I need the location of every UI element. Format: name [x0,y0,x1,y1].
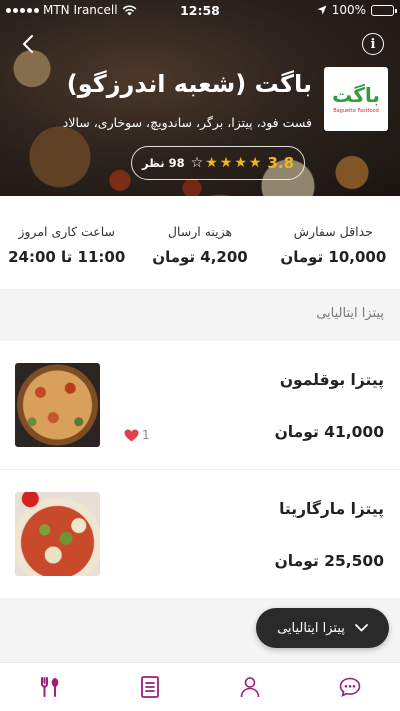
delivery-fee: هزینه ارسال 4,200 تومان [133,196,266,288]
nav-orders[interactable] [100,663,200,711]
clock: 12:58 [180,2,220,18]
product-item[interactable]: پیتزا بوقلمون 41,000 تومان 1 [0,341,400,469]
menu-list-icon [141,676,159,698]
restaurant-name: باگت (شعبه اندرزگو) [66,70,312,98]
profile-icon [240,677,260,698]
logo-mark: باگت [332,82,380,107]
like-count: 1 [142,428,150,442]
info-icon: i [370,36,376,52]
star-empty-icon: ☆ [190,155,204,171]
heart-icon [124,429,139,441]
signal-icon [6,7,39,13]
product-item[interactable]: پیتزا مارگاریتا 25,500 تومان [0,470,400,598]
system-icons: 100% [254,3,397,17]
carrier-group: MTN Irancell [6,3,146,17]
chat-icon [339,677,361,697]
product-price: 25,500 تومان [274,552,384,570]
min-order: حداقل سفارش 10,000 تومان [267,196,400,288]
info-label: حداقل سفارش [293,224,373,239]
rating-value: 3.8 [267,154,295,172]
star-rating: ☆ ★ ★ ★ ★ [191,155,262,171]
like-button[interactable]: 1 [124,428,150,442]
menu-section-header: پیتزا ایتالیایی [0,289,400,341]
category-selector[interactable]: پیتزا ایتالیایی [256,608,389,648]
star-filled-icon: ★ [205,155,218,171]
info-value: 4,200 تومان [152,248,248,266]
carrier-name: MTN Irancell [43,3,118,17]
star-filled-icon: ★ [219,155,233,171]
logo-subtext: Baguette Fastfood [333,107,379,114]
working-hours: ساعت کاری امروز 11:00 تا 24:00 [0,196,133,288]
review-count: 98 نظر [141,156,185,170]
nav-restaurants[interactable] [0,663,100,711]
info-button[interactable]: i [362,33,384,55]
restaurant-info: حداقل سفارش 10,000 تومان هزینه ارسال 4,2… [0,196,400,288]
rating-badge[interactable]: 98 نظر ☆ ★ ★ ★ ★ 3.8 [131,146,305,180]
bottom-navigation [0,662,400,711]
battery-icon [371,4,397,16]
info-label: ساعت کاری امروز [18,224,116,239]
info-value: 10,000 تومان [280,248,387,266]
restaurant-header: MTN Irancell 12:58 100% i باگت Baguette … [0,0,400,196]
restaurant-tags: فست فود، پیتزا، برگر، ساندویچ، سوخاری، س… [62,115,312,130]
product-price: 41,000 تومان [274,423,384,441]
product-name: پیتزا بوقلمون [279,371,384,389]
chevron-down-icon [354,624,368,632]
star-filled-icon: ★ [234,155,247,171]
restaurant-icon [41,677,59,697]
status-bar: MTN Irancell 12:58 100% [0,0,400,20]
chevron-left-icon [23,35,33,53]
nav-chat[interactable] [300,663,400,711]
restaurant-logo: باگت Baguette Fastfood [324,67,388,131]
back-button[interactable] [14,30,42,58]
product-image[interactable] [15,363,100,447]
info-label: هزینه ارسال [167,224,233,239]
location-arrow-icon [317,5,327,15]
battery-percent: 100% [331,3,366,17]
section-title: پیتزا ایتالیایی [316,306,384,321]
nav-profile[interactable] [200,663,300,711]
product-image[interactable] [15,492,100,576]
category-label: پیتزا ایتالیایی [277,620,345,636]
star-filled-icon: ★ [248,155,262,171]
product-name: پیتزا مارگاریتا [279,500,384,518]
info-value: 11:00 تا 24:00 [8,248,126,266]
wifi-icon [122,4,136,15]
